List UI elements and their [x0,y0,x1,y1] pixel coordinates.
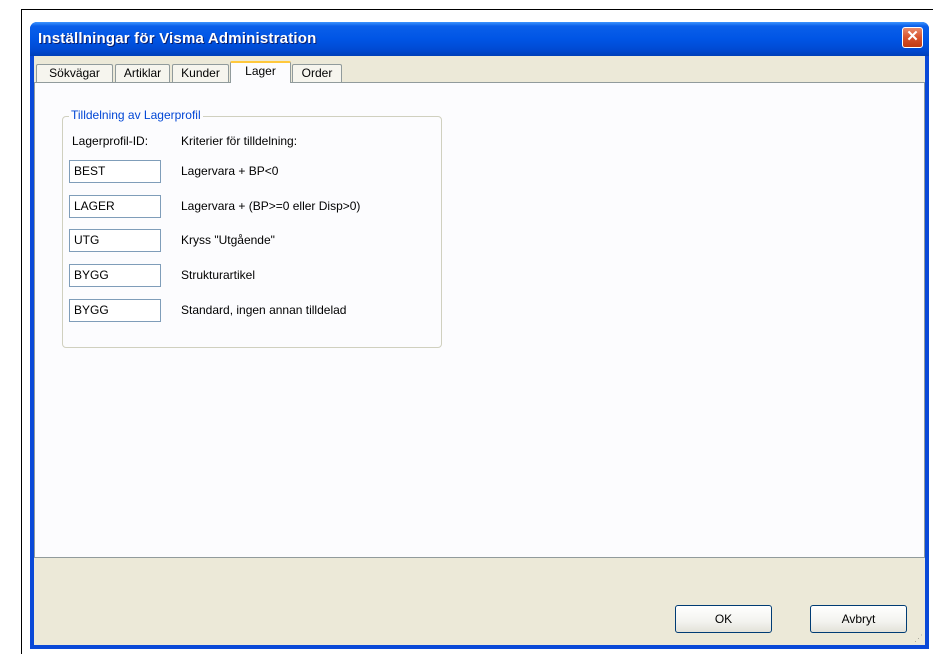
criteria-label-4: Strukturartikel [181,268,256,282]
lager-tab-panel: Tilldelning av Lagerprofil Lagerprofil-I… [34,82,925,558]
lagerprofil-id-field-4[interactable]: BYGG [69,264,161,287]
ok-button[interactable]: OK [675,605,772,633]
criteria-label-3: Kryss "Utgående" [181,233,275,247]
tab-order[interactable]: Order [292,64,342,82]
groupbox-title: Tilldelning av Lagerprofil [69,108,203,122]
tab-kunder[interactable]: Kunder [172,64,229,82]
close-icon[interactable]: ✕ [902,27,923,48]
criteria-header: Kriterier för tilldelning: [181,134,298,148]
tab-strip: Sökvägar Artiklar Kunder Lager Order [34,56,925,83]
window-title: Inställningar för Visma Administration [38,30,317,47]
tab-sokvagar[interactable]: Sökvägar [36,64,113,82]
lagerprofil-id-field-2[interactable]: LAGER [69,195,161,218]
tab-artiklar[interactable]: Artiklar [115,64,170,82]
lagerprofil-id-field-1[interactable]: BEST [69,160,161,183]
lagerprofil-id-field-3[interactable]: UTG [69,229,161,252]
criteria-label-5: Standard, ingen annan tilldelad [181,303,347,317]
cancel-button[interactable]: Avbryt [810,605,907,633]
dialog-client-area: Sökvägar Artiklar Kunder Lager Order Til… [34,56,925,645]
criteria-label-2: Lagervara + (BP>=0 eller Disp>0) [181,199,361,213]
criteria-label-1: Lagervara + BP<0 [181,164,279,178]
resize-grip-icon[interactable]: ⋰ [913,633,923,643]
settings-dialog: Inställningar för Visma Administration ✕… [30,22,929,649]
lagerprofil-id-field-5[interactable]: BYGG [69,299,161,322]
lagerprofil-id-header: Lagerprofil-ID: [72,134,149,148]
title-bar[interactable]: Inställningar för Visma Administration ✕ [30,22,929,56]
tab-lager[interactable]: Lager [230,61,291,83]
